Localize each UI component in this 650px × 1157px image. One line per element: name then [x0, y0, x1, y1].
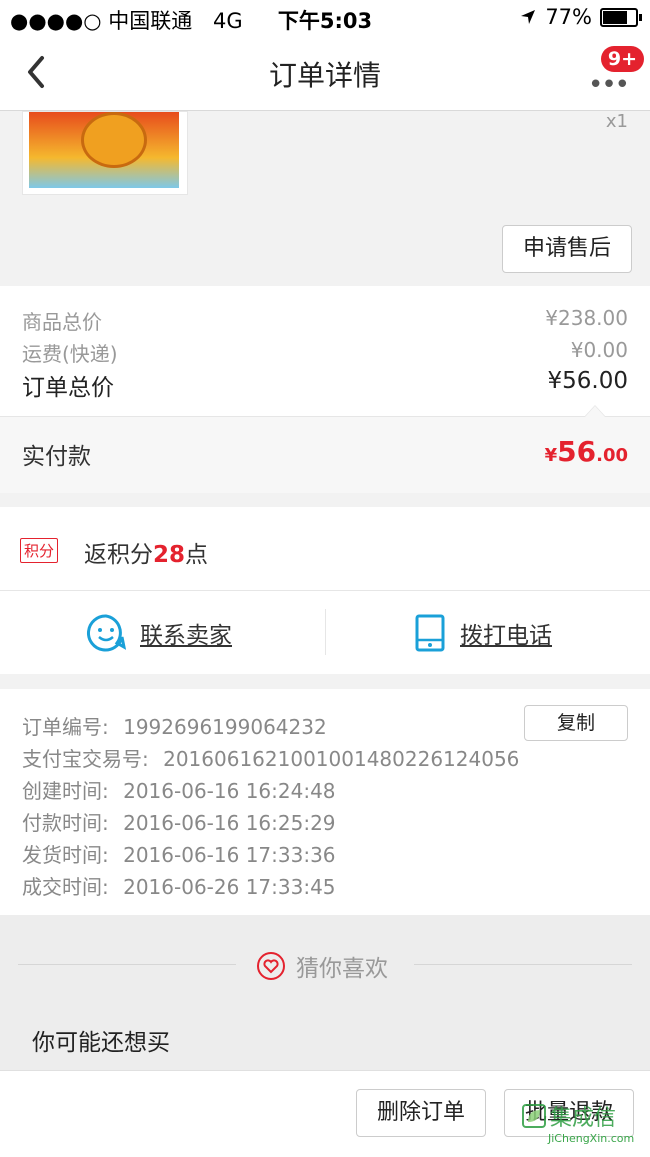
- paid-time-value: 2016-06-16 16:25:29: [123, 811, 336, 835]
- deal-label: 成交时间:: [22, 875, 109, 899]
- shipped-line: 发货时间: 2016-06-16 17:33:36: [22, 839, 336, 868]
- goods-total-value: ¥238.00: [545, 306, 628, 330]
- paid-label: 实付款: [22, 444, 91, 470]
- leaf-icon: [522, 1104, 546, 1128]
- paid-value: ¥56.00: [545, 435, 628, 468]
- alipay-line: 支付宝交易号: 2016061621001001480226124056: [22, 743, 519, 772]
- order-number-line: 订单编号: 1992696199064232: [22, 711, 327, 740]
- paid-time-line: 付款时间: 2016-06-16 16:25:29: [22, 807, 336, 836]
- watermark-cn: 集成信: [522, 1100, 642, 1132]
- contact-seller-label: 联系卖家: [140, 623, 232, 649]
- guess-heading: 猜你喜欢: [256, 949, 388, 983]
- contact-seller-button[interactable]: 联系卖家: [86, 613, 232, 653]
- page-title: 订单详情: [268, 59, 381, 92]
- created-value: 2016-06-16 16:24:48: [123, 779, 336, 803]
- order-total-row: 订单总价 ¥56.00: [22, 368, 628, 402]
- copy-button[interactable]: 复制: [524, 705, 628, 741]
- left-divider: [18, 964, 236, 965]
- delete-order-button[interactable]: 删除订单: [356, 1089, 486, 1137]
- shipped-label: 发货时间:: [22, 843, 109, 867]
- contact-divider: [325, 609, 326, 655]
- alipay-value: 2016061621001001480226124056: [163, 747, 520, 771]
- status-right: 77%: [519, 5, 642, 29]
- product-thumbnail[interactable]: [22, 111, 188, 195]
- battery-percent: 77%: [545, 5, 592, 29]
- right-divider: [414, 964, 632, 965]
- more-icon[interactable]: •••: [588, 70, 630, 100]
- paid-currency: ¥: [544, 445, 558, 466]
- battery-icon: [600, 7, 642, 27]
- watermark-logo: 集成信 JiChengXin.com: [522, 1100, 642, 1152]
- order-info: 订单编号: 1992696199064232 复制 支付宝交易号: 201606…: [0, 689, 650, 915]
- lion-illustration: [81, 112, 147, 168]
- paid-integer: 56: [557, 435, 597, 468]
- shipping-value: ¥0.00: [570, 338, 628, 362]
- deal-value: 2016-06-26 17:33:45: [123, 875, 336, 899]
- guess-subtitle: 你可能还想买: [32, 1030, 170, 1056]
- chat-smile-icon: [86, 614, 126, 652]
- created-line: 创建时间: 2016-06-16 16:24:48: [22, 775, 336, 804]
- caret-indicator: [584, 405, 606, 417]
- contact-bar: 联系卖家 拨打电话: [0, 591, 650, 674]
- nav-bar: 订单详情 ••• 9+: [0, 36, 650, 111]
- goods-total-label: 商品总价: [22, 310, 102, 334]
- watermark-en: JiChengXin.com: [548, 1132, 635, 1145]
- points-tag: 积分: [20, 538, 59, 563]
- paid-decimal: .00: [596, 445, 628, 466]
- status-bar: ●●●●○ 中国联通 4G 下午5:03 77%: [0, 0, 650, 36]
- shipping-label: 运费(快递): [22, 342, 118, 366]
- points-text: 返积分28点: [84, 535, 208, 569]
- apply-after-sale-button[interactable]: 申请售后: [502, 225, 632, 273]
- points-suffix: 点: [185, 542, 209, 568]
- order-total-label: 订单总价: [22, 375, 114, 401]
- alipay-label: 支付宝交易号:: [22, 747, 149, 771]
- order-number-value: 1992696199064232: [123, 715, 327, 739]
- price-summary: 商品总价 ¥238.00 运费(快递) ¥0.00 订单总价 ¥56.00: [0, 286, 650, 416]
- phone-icon: [415, 614, 445, 652]
- points-amount: 28: [153, 542, 186, 568]
- paid-time-label: 付款时间:: [22, 811, 109, 835]
- notification-badge: 9+: [600, 46, 644, 72]
- shipped-value: 2016-06-16 17:33:36: [123, 843, 336, 867]
- watermark-cn-text: 集成信: [550, 1106, 617, 1131]
- heart-icon: [257, 952, 285, 980]
- points-row: 积分 返积分28点: [0, 507, 650, 591]
- points-prefix: 返积分: [84, 542, 153, 568]
- paid-amount-row: 实付款 ¥56.00: [0, 405, 650, 493]
- shipping-row: 运费(快递) ¥0.00: [22, 338, 628, 367]
- created-label: 创建时间:: [22, 779, 109, 803]
- call-phone-label: 拨打电话: [460, 623, 552, 649]
- guess-title: 猜你喜欢: [296, 956, 388, 982]
- product-quantity: x1: [605, 111, 628, 132]
- call-phone-button[interactable]: 拨打电话: [414, 613, 552, 653]
- deal-line: 成交时间: 2016-06-26 17:33:45: [22, 871, 336, 900]
- product-card: x1 申请售后: [0, 111, 650, 285]
- order-total-value: ¥56.00: [547, 368, 628, 394]
- recommendation-section: 猜你喜欢 你可能还想买: [0, 915, 650, 1070]
- order-number-label: 订单编号:: [22, 715, 109, 739]
- location-arrow-icon: [521, 10, 536, 24]
- goods-total-row: 商品总价 ¥238.00: [22, 306, 628, 335]
